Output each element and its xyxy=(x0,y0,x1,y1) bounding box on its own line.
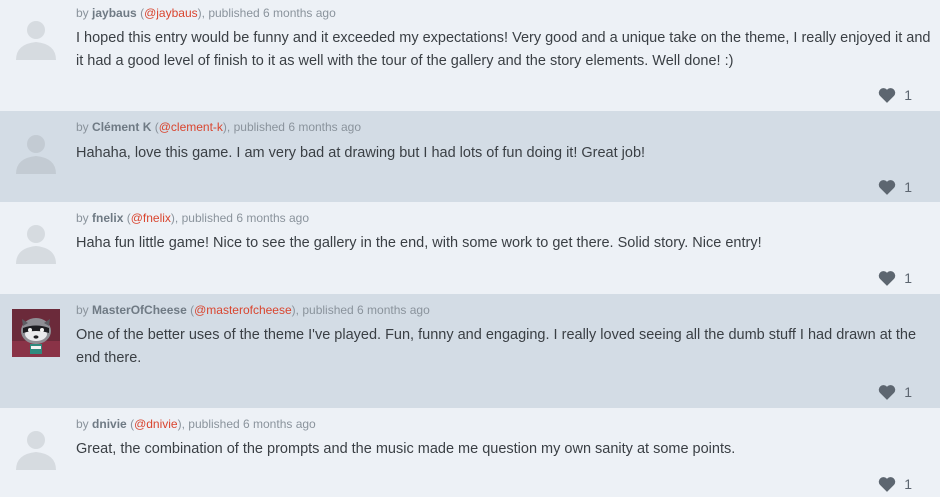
like-button[interactable]: 1 xyxy=(878,86,912,104)
comment-meta: by MasterOfCheese (@masterofcheese), pub… xyxy=(76,303,430,317)
author-name[interactable]: MasterOfCheese xyxy=(92,303,187,317)
by-label: by xyxy=(76,120,89,134)
heart-icon xyxy=(878,385,896,400)
like-button[interactable]: 1 xyxy=(878,178,912,196)
user-avatar[interactable] xyxy=(12,128,60,176)
author-name[interactable]: jaybaus xyxy=(92,6,137,20)
author-handle[interactable]: @masterofcheese xyxy=(194,303,292,317)
like-count: 1 xyxy=(904,179,912,195)
default-avatar-icon xyxy=(16,431,56,470)
user-avatar[interactable] xyxy=(12,309,60,357)
user-avatar[interactable] xyxy=(12,424,60,472)
author-handle[interactable]: @fnelix xyxy=(131,211,171,225)
comment-item: by fnelix (@fnelix), published 6 months … xyxy=(0,202,940,294)
author-handle[interactable]: @clement-k xyxy=(159,120,223,134)
like-count: 1 xyxy=(904,476,912,492)
like-count: 1 xyxy=(904,270,912,286)
comment-meta: by dnivie (@dnivie), published 6 months … xyxy=(76,417,316,431)
user-avatar[interactable] xyxy=(12,14,60,62)
by-label: by xyxy=(76,417,89,431)
heart-icon xyxy=(878,271,896,286)
published-time: published 6 months ago xyxy=(181,211,310,225)
author-name[interactable]: Clément K xyxy=(92,120,151,134)
comment-text: One of the better uses of the theme I've… xyxy=(76,327,917,366)
published-time: published 6 months ago xyxy=(302,303,430,317)
default-avatar-icon xyxy=(16,21,56,60)
comment-item: by Clément K (@clement-k), published 6 m… xyxy=(0,111,940,202)
author-name[interactable]: fnelix xyxy=(92,211,123,225)
published-time: published 6 months ago xyxy=(233,120,362,134)
comment-meta: by fnelix (@fnelix), published 6 months … xyxy=(76,211,310,225)
like-count: 1 xyxy=(904,87,912,103)
comment-text: I hoped this entry would be funny and it… xyxy=(76,30,931,69)
heart-icon xyxy=(878,477,896,492)
comment-text: Hahaha, love this game. I am very bad at… xyxy=(76,145,646,161)
like-button[interactable]: 1 xyxy=(878,269,912,287)
heart-icon xyxy=(878,180,896,195)
default-avatar-icon xyxy=(16,135,56,174)
author-handle[interactable]: @jaybaus xyxy=(144,6,198,20)
comment-text: Haha fun little game! Nice to see the ga… xyxy=(76,235,762,251)
heart-icon xyxy=(878,88,896,103)
by-label: by xyxy=(76,6,89,20)
like-count: 1 xyxy=(904,384,912,400)
comment-list: by jaybaus (@jaybaus), published 6 month… xyxy=(0,0,940,497)
by-label: by xyxy=(76,303,89,317)
comment-text: Great, the combination of the prompts an… xyxy=(76,441,736,457)
comment-item: by MasterOfCheese (@masterofcheese), pub… xyxy=(0,294,940,408)
published-time: published 6 months ago xyxy=(188,417,316,431)
comment-item: by dnivie (@dnivie), published 6 months … xyxy=(0,408,940,497)
raccoon-avatar-icon xyxy=(12,309,60,357)
published-time: published 6 months ago xyxy=(208,6,336,20)
like-button[interactable]: 1 xyxy=(878,383,912,401)
comment-meta: by jaybaus (@jaybaus), published 6 month… xyxy=(76,6,336,20)
comment-meta: by Clément K (@clement-k), published 6 m… xyxy=(76,120,362,134)
default-avatar-icon xyxy=(16,225,56,264)
by-label: by xyxy=(76,211,89,225)
author-handle[interactable]: @dnivie xyxy=(134,417,178,431)
user-avatar[interactable] xyxy=(12,218,60,266)
author-name[interactable]: dnivie xyxy=(92,417,127,431)
like-button[interactable]: 1 xyxy=(878,475,912,493)
comment-item: by jaybaus (@jaybaus), published 6 month… xyxy=(0,0,940,111)
